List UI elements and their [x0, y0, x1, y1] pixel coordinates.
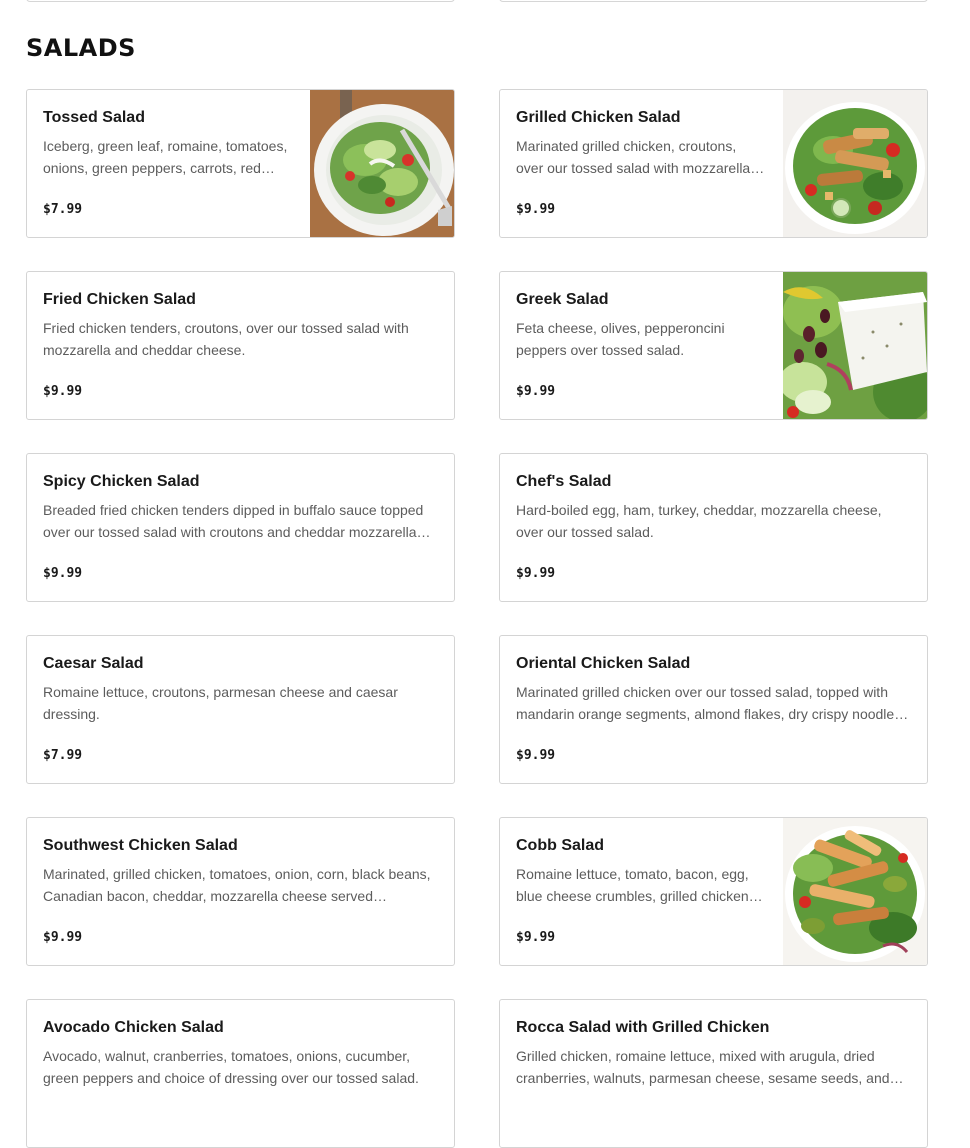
menu-item-card[interactable]: Cobb Salad Romaine lettuce, tomato, baco…	[499, 817, 928, 966]
menu-item-card[interactable]: Caesar Salad Romaine lettuce, croutons, …	[26, 635, 455, 784]
item-name: Fried Chicken Salad	[43, 291, 196, 308]
item-description: Fried chicken tenders, croutons, over ou…	[43, 320, 409, 358]
item-name: Grilled Chicken Salad	[516, 109, 681, 126]
tossed-salad-photo	[310, 90, 454, 237]
menu-items-grid: Tossed Salad Iceberg, green leaf, romain…	[26, 89, 928, 1148]
item-name: Rocca Salad with Grilled Chicken	[516, 1019, 770, 1036]
item-price: $7.99	[43, 202, 83, 217]
item-price: $7.99	[43, 748, 83, 763]
menu-item-card[interactable]: Oriental Chicken Salad Marinated grilled…	[499, 635, 928, 784]
item-description: Breaded fried chicken tenders dipped in …	[43, 502, 431, 540]
menu-item-card[interactable]: Greek Salad Feta cheese, olives, peppero…	[499, 271, 928, 420]
item-description: Marinated, grilled chicken, tomatoes, on…	[43, 866, 431, 904]
previous-card-edge-left	[26, 0, 455, 2]
item-description: Iceberg, green leaf, romaine, tomatoes, …	[43, 138, 288, 176]
item-name: Tossed Salad	[43, 109, 145, 126]
grilled-chicken-salad-photo	[783, 90, 927, 237]
item-name: Avocado Chicken Salad	[43, 1019, 224, 1036]
menu-item-card[interactable]: Rocca Salad with Grilled Chicken Grilled…	[499, 999, 928, 1148]
item-price: $9.99	[43, 930, 83, 945]
menu-item-card[interactable]: Spicy Chicken Salad Breaded fried chicke…	[26, 453, 455, 602]
item-description: Marinated grilled chicken over our tosse…	[516, 684, 909, 722]
menu-item-card[interactable]: Tossed Salad Iceberg, green leaf, romain…	[26, 89, 455, 238]
item-name: Cobb Salad	[516, 837, 605, 854]
item-name: Spicy Chicken Salad	[43, 473, 200, 490]
menu-item-card[interactable]: Grilled Chicken Salad Marinated grilled …	[499, 89, 928, 238]
menu-item-card[interactable]: Southwest Chicken Salad Marinated, grill…	[26, 817, 455, 966]
item-description: Feta cheese, olives, pepperoncini pepper…	[516, 320, 725, 358]
previous-card-edge-right	[499, 0, 928, 2]
menu-item-card[interactable]: Avocado Chicken Salad Avocado, walnut, c…	[26, 999, 455, 1148]
section-title: SALADS	[26, 34, 136, 62]
cobb-salad-photo	[783, 818, 927, 965]
item-description: Avocado, walnut, cranberries, tomatoes, …	[43, 1048, 419, 1086]
item-name: Caesar Salad	[43, 655, 144, 672]
menu-item-card[interactable]: Chef's Salad Hard-boiled egg, ham, turke…	[499, 453, 928, 602]
item-price: $9.99	[43, 566, 83, 581]
menu-item-card[interactable]: Fried Chicken Salad Fried chicken tender…	[26, 271, 455, 420]
item-price: $9.99	[43, 384, 83, 399]
item-name: Oriental Chicken Salad	[516, 655, 691, 672]
item-description: Romaine lettuce, croutons, parmesan chee…	[43, 684, 398, 722]
item-description: Marinated grilled chicken, croutons, ove…	[516, 138, 765, 176]
item-name: Chef's Salad	[516, 473, 612, 490]
greek-salad-photo	[783, 272, 927, 419]
item-name: Southwest Chicken Salad	[43, 837, 238, 854]
item-price: $9.99	[516, 930, 556, 945]
item-description: Romaine lettuce, tomato, bacon, egg, blu…	[516, 866, 763, 904]
item-price: $9.99	[516, 748, 556, 763]
item-description: Hard-boiled egg, ham, turkey, cheddar, m…	[516, 502, 882, 540]
item-price: $9.99	[516, 566, 556, 581]
item-description: Grilled chicken, romaine lettuce, mixed …	[516, 1048, 904, 1086]
item-price: $9.99	[516, 202, 556, 217]
item-name: Greek Salad	[516, 291, 609, 308]
item-price: $9.99	[516, 384, 556, 399]
